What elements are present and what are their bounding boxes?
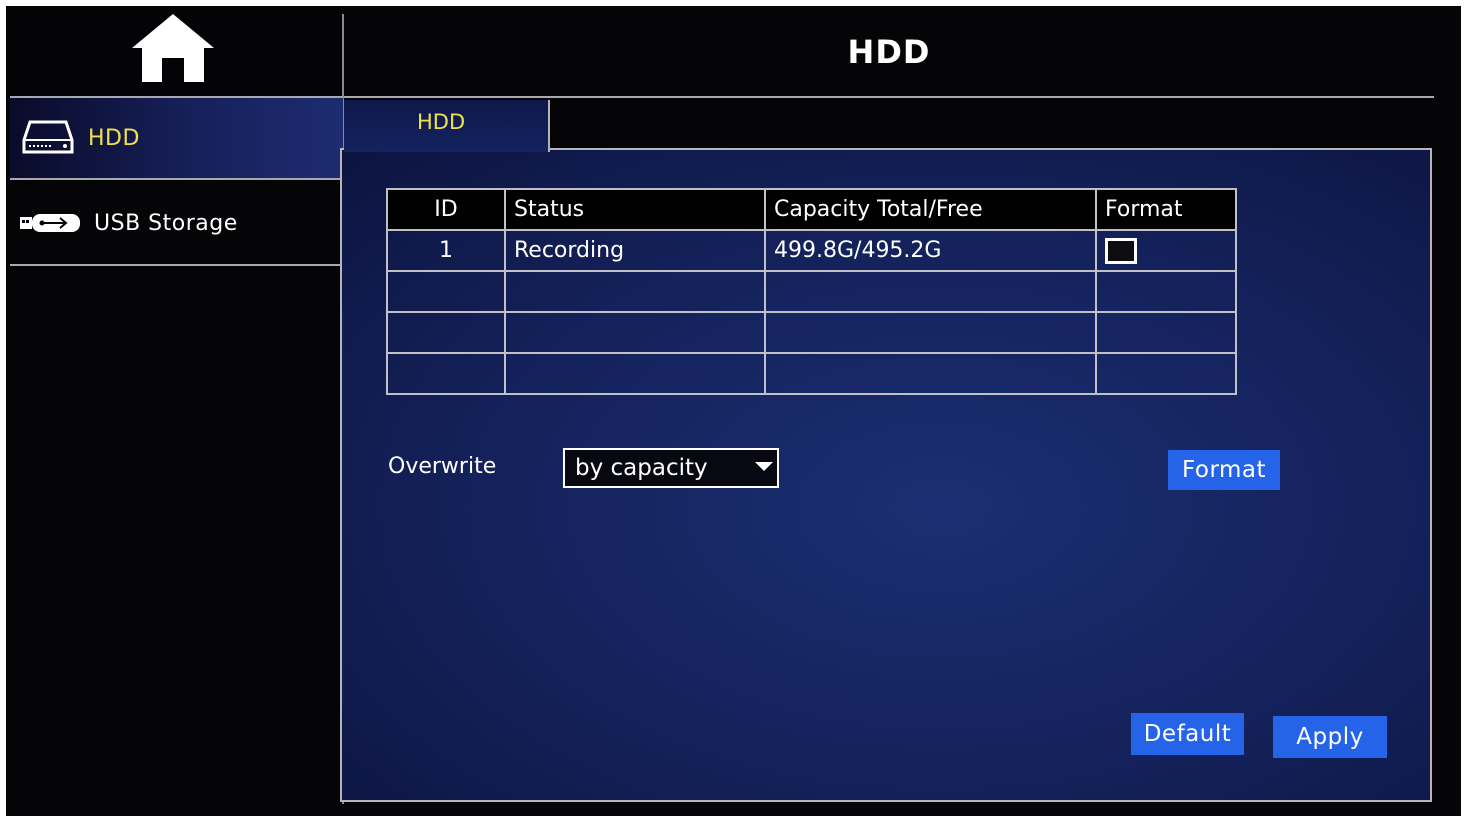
empty-cell bbox=[504, 352, 766, 395]
hdd-table: ID Status Capacity Total/Free Format 1 R… bbox=[386, 188, 1237, 395]
empty-cell bbox=[764, 270, 1097, 313]
hdd-icon bbox=[20, 118, 76, 158]
default-button[interactable]: Default bbox=[1131, 713, 1244, 755]
usb-icon bbox=[20, 212, 82, 234]
table-row[interactable]: 1 Recording 499.8G/495.2G bbox=[386, 229, 1237, 272]
overwrite-label: Overwrite bbox=[388, 454, 497, 479]
table-row bbox=[386, 352, 1237, 395]
sidebar-item-hdd[interactable]: HDD bbox=[10, 96, 343, 180]
column-header-capacity: Capacity Total/Free bbox=[764, 188, 1097, 231]
dvr-screen: HDD USB Storage HDD HDD ID Status Capaci… bbox=[6, 6, 1461, 816]
empty-cell bbox=[1095, 311, 1237, 354]
empty-cell bbox=[386, 270, 506, 313]
table-header-row: ID Status Capacity Total/Free Format bbox=[386, 188, 1237, 231]
cell-status: Recording bbox=[504, 229, 766, 272]
page-title: HDD bbox=[847, 33, 931, 71]
home-area bbox=[6, 6, 344, 98]
sidebar-item-label: HDD bbox=[88, 125, 140, 151]
sidebar-item-label: USB Storage bbox=[94, 210, 238, 236]
overwrite-select-value: by capacity bbox=[575, 455, 708, 481]
cell-format bbox=[1095, 229, 1237, 272]
overwrite-select[interactable]: by capacity bbox=[563, 448, 779, 488]
home-icon[interactable] bbox=[128, 12, 218, 88]
table-row bbox=[386, 270, 1237, 313]
empty-cell bbox=[386, 352, 506, 395]
empty-cell bbox=[764, 352, 1097, 395]
table-row bbox=[386, 311, 1237, 354]
column-header-id: ID bbox=[386, 188, 506, 231]
column-header-format: Format bbox=[1095, 188, 1237, 231]
empty-cell bbox=[386, 311, 506, 354]
empty-cell bbox=[764, 311, 1097, 354]
format-button[interactable]: Format bbox=[1168, 450, 1280, 490]
empty-cell bbox=[1095, 352, 1237, 395]
empty-cell bbox=[1095, 270, 1237, 313]
chevron-down-icon bbox=[755, 462, 773, 471]
empty-cell bbox=[504, 270, 766, 313]
tab-hdd[interactable]: HDD bbox=[344, 100, 550, 152]
format-checkbox[interactable] bbox=[1105, 237, 1137, 264]
cell-capacity: 499.8G/495.2G bbox=[764, 229, 1097, 272]
column-header-status: Status bbox=[504, 188, 766, 231]
title-divider bbox=[344, 96, 1434, 98]
empty-cell bbox=[504, 311, 766, 354]
tab-label: HDD bbox=[417, 110, 466, 134]
apply-button[interactable]: Apply bbox=[1273, 716, 1387, 758]
sidebar-item-usb-storage[interactable]: USB Storage bbox=[10, 182, 343, 266]
cell-id: 1 bbox=[386, 229, 506, 272]
